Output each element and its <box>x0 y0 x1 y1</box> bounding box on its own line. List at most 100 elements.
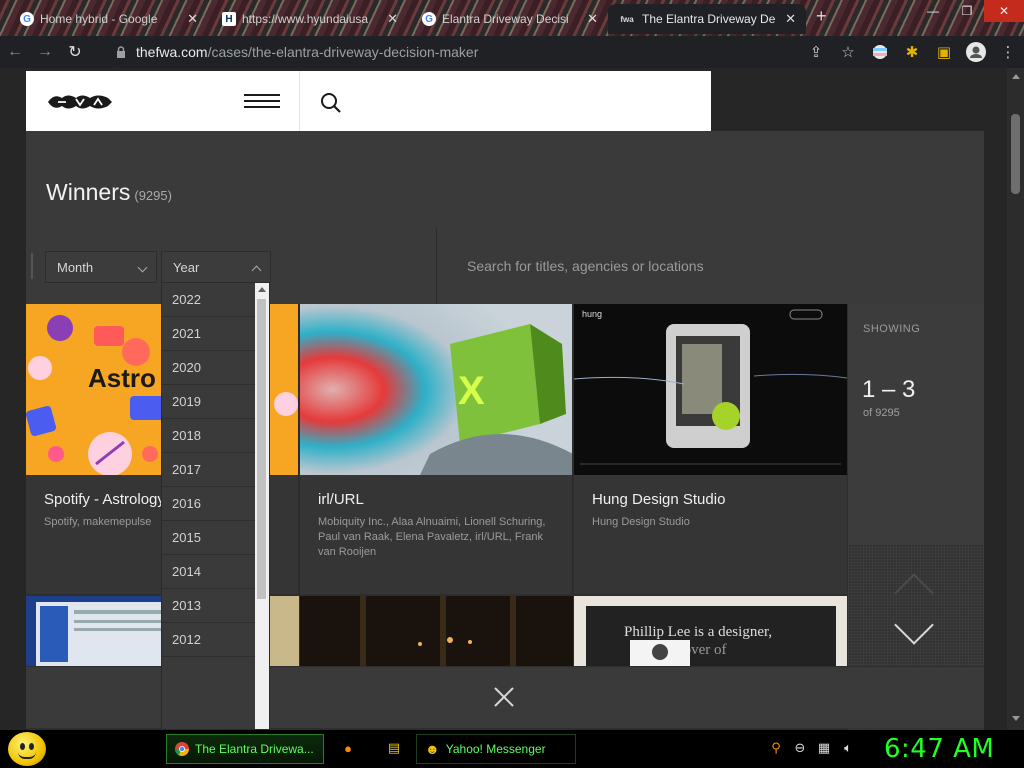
search-icon[interactable] <box>319 91 343 115</box>
search-input[interactable]: Search for titles, agencies or locations <box>467 258 704 274</box>
year-option-2013[interactable]: 2013 <box>162 589 257 623</box>
card-title[interactable]: Hung Design Studio <box>592 491 725 508</box>
scroll-down-arrow-icon[interactable] <box>1012 716 1020 721</box>
lock-icon <box>117 46 125 58</box>
os-taskbar: The Elantra Drivewa... ● ▤ ☻ Yahoo! Mess… <box>0 730 1024 768</box>
smiley-icon: ☻ <box>425 741 440 757</box>
year-option-2015[interactable]: 2015 <box>162 521 257 555</box>
hamburger-menu-icon[interactable] <box>244 94 280 108</box>
browser-menu-icon[interactable]: ⋮ <box>992 36 1024 68</box>
taskbar-clock[interactable]: 6:47 AM <box>884 734 994 764</box>
window-close-icon[interactable]: ✕ <box>984 0 1024 22</box>
browser-tab-strip: G Home hybrid - Google ✕ H https://www.h… <box>0 0 1024 36</box>
card-thumbnail: hung <box>574 304 847 475</box>
year-option-2020[interactable]: 2020 <box>162 351 257 385</box>
chevron-up-icon <box>251 265 262 276</box>
tab-home-hybrid[interactable]: G Home hybrid - Google ✕ <box>10 4 208 34</box>
close-tab-icon[interactable]: ✕ <box>587 11 598 27</box>
network-icon[interactable]: ▦ <box>816 740 832 756</box>
year-option-2022[interactable]: 2022 <box>162 283 257 317</box>
header-divider <box>299 71 300 131</box>
hyundai-icon: H <box>222 12 236 26</box>
forward-arrow-icon[interactable]: → <box>30 37 60 67</box>
showing-range: 1 – 3 <box>862 376 916 403</box>
winners-count: (9295) <box>134 188 172 203</box>
share-icon[interactable]: ⇪ <box>800 36 832 68</box>
minimize-icon[interactable]: — <box>916 0 950 22</box>
tray-minus-icon[interactable]: ⊖ <box>792 740 808 756</box>
scroll-up-arrow-icon[interactable] <box>1012 74 1020 79</box>
close-tab-icon[interactable]: ✕ <box>785 11 796 27</box>
volume-icon[interactable]: 🔈︎ <box>840 740 856 756</box>
winner-card-irl-url[interactable]: X irl/URL Mobiquity Inc., Alaa Alnuaimi,… <box>300 304 573 594</box>
close-tab-icon[interactable]: ✕ <box>187 11 198 27</box>
new-tab-button[interactable]: + <box>816 6 827 27</box>
showing-label: SHOWING <box>863 323 921 335</box>
year-option-2012[interactable]: 2012 <box>162 623 257 657</box>
fwa-logo[interactable] <box>46 92 114 112</box>
close-icon[interactable] <box>492 685 516 709</box>
year-option-2018[interactable]: 2018 <box>162 419 257 453</box>
google-icon: G <box>422 12 436 26</box>
card-subtitle: Mobiquity Inc., Alaa Alnuaimi, Lionell S… <box>318 516 546 558</box>
filter-left-marker <box>31 253 33 279</box>
chrome-icon <box>175 742 189 756</box>
showing-total: of 9295 <box>863 407 900 419</box>
extensions-puzzle-icon[interactable]: ✱ <box>896 36 928 68</box>
winner-card-row2-2[interactable] <box>300 596 573 666</box>
close-tab-icon[interactable]: ✕ <box>387 11 398 27</box>
profile-avatar-icon[interactable] <box>960 36 992 68</box>
tab-fwa-active[interactable]: fwa The Elantra Driveway De ✕ <box>608 4 806 34</box>
google-icon: G <box>20 12 34 26</box>
taskbar-yahoo-messenger[interactable]: ☻ Yahoo! Messenger <box>416 734 576 764</box>
dropdown-scrollbar[interactable] <box>255 283 269 729</box>
taskbar-chrome-window[interactable]: The Elantra Drivewa... <box>166 734 324 764</box>
tray-search-icon[interactable]: ⚲ <box>768 740 784 756</box>
card-thumbnail: X <box>300 304 573 475</box>
restore-icon[interactable]: ❐ <box>950 0 984 22</box>
tab-title: Home hybrid - Google <box>40 12 158 26</box>
tab-title: Elantra Driveway Decisi <box>442 12 569 26</box>
dropdown-scroll-thumb[interactable] <box>257 299 266 599</box>
year-option-2016[interactable]: 2016 <box>162 487 257 521</box>
winner-card-hung-design[interactable]: hung Hung Design Studio Hung Design Stud… <box>574 304 847 594</box>
extension-flag-icon[interactable] <box>864 36 896 68</box>
card-title[interactable]: irl/URL <box>318 491 364 508</box>
start-smiley-icon[interactable] <box>8 732 46 766</box>
winner-card-row2-3[interactable]: Phillip Lee is a designer, and lover of <box>574 596 847 666</box>
back-arrow-icon[interactable]: ← <box>0 37 30 67</box>
site-header <box>26 71 711 131</box>
page-viewport: Winners (9295) Month Year Search for titl… <box>0 68 1024 730</box>
card-subtitle: Hung Design Studio <box>592 516 690 528</box>
page-scrollbar[interactable] <box>1007 68 1024 730</box>
toolbar-icons: ⇪ ☆ ✱ ▣ ⋮ <box>800 36 1024 68</box>
year-option-2014[interactable]: 2014 <box>162 555 257 589</box>
hung-logo-text: hung <box>582 309 602 319</box>
phillip-text: Phillip Lee is a designer, <box>624 624 772 640</box>
folder-icon[interactable]: ▤ <box>386 740 402 756</box>
page-scroll-thumb[interactable] <box>1011 114 1020 194</box>
tab-title: The Elantra Driveway De <box>642 12 776 26</box>
tab-hyundai[interactable]: H https://www.hyundaiusa ✕ <box>212 4 408 34</box>
window-controls: — ❐ ✕ <box>916 0 1024 22</box>
year-option-2017[interactable]: 2017 <box>162 453 257 487</box>
tab-title: https://www.hyundaiusa <box>242 12 369 26</box>
tab-elantra-search[interactable]: G Elantra Driveway Decisi ✕ <box>412 4 608 34</box>
astro-text: Astro <box>88 363 156 393</box>
year-option-2021[interactable]: 2021 <box>162 317 257 351</box>
url-text: thefwa.com/cases/the-elantra-driveway-de… <box>136 44 479 60</box>
filter-separator <box>436 228 437 304</box>
year-option-2019[interactable]: 2019 <box>162 385 257 419</box>
reload-icon[interactable]: ↻ <box>60 37 90 67</box>
firefox-icon[interactable]: ● <box>340 740 356 756</box>
year-select[interactable]: Year <box>161 251 271 283</box>
scroll-up-arrow-icon[interactable] <box>258 287 266 292</box>
year-dropdown-list[interactable]: 2022 2021 2020 2019 2018 2017 2016 2015 … <box>161 282 270 730</box>
month-select[interactable]: Month <box>45 251 157 283</box>
chevron-down-icon <box>137 262 148 273</box>
card-title[interactable]: Spotify - Astrology <box>44 491 165 508</box>
side-panel-icon[interactable]: ▣ <box>928 36 960 68</box>
bookmark-star-icon[interactable]: ☆ <box>832 36 864 68</box>
url-bar[interactable]: thefwa.com/cases/the-elantra-driveway-de… <box>104 39 864 65</box>
task-title: Yahoo! Messenger <box>445 742 546 756</box>
